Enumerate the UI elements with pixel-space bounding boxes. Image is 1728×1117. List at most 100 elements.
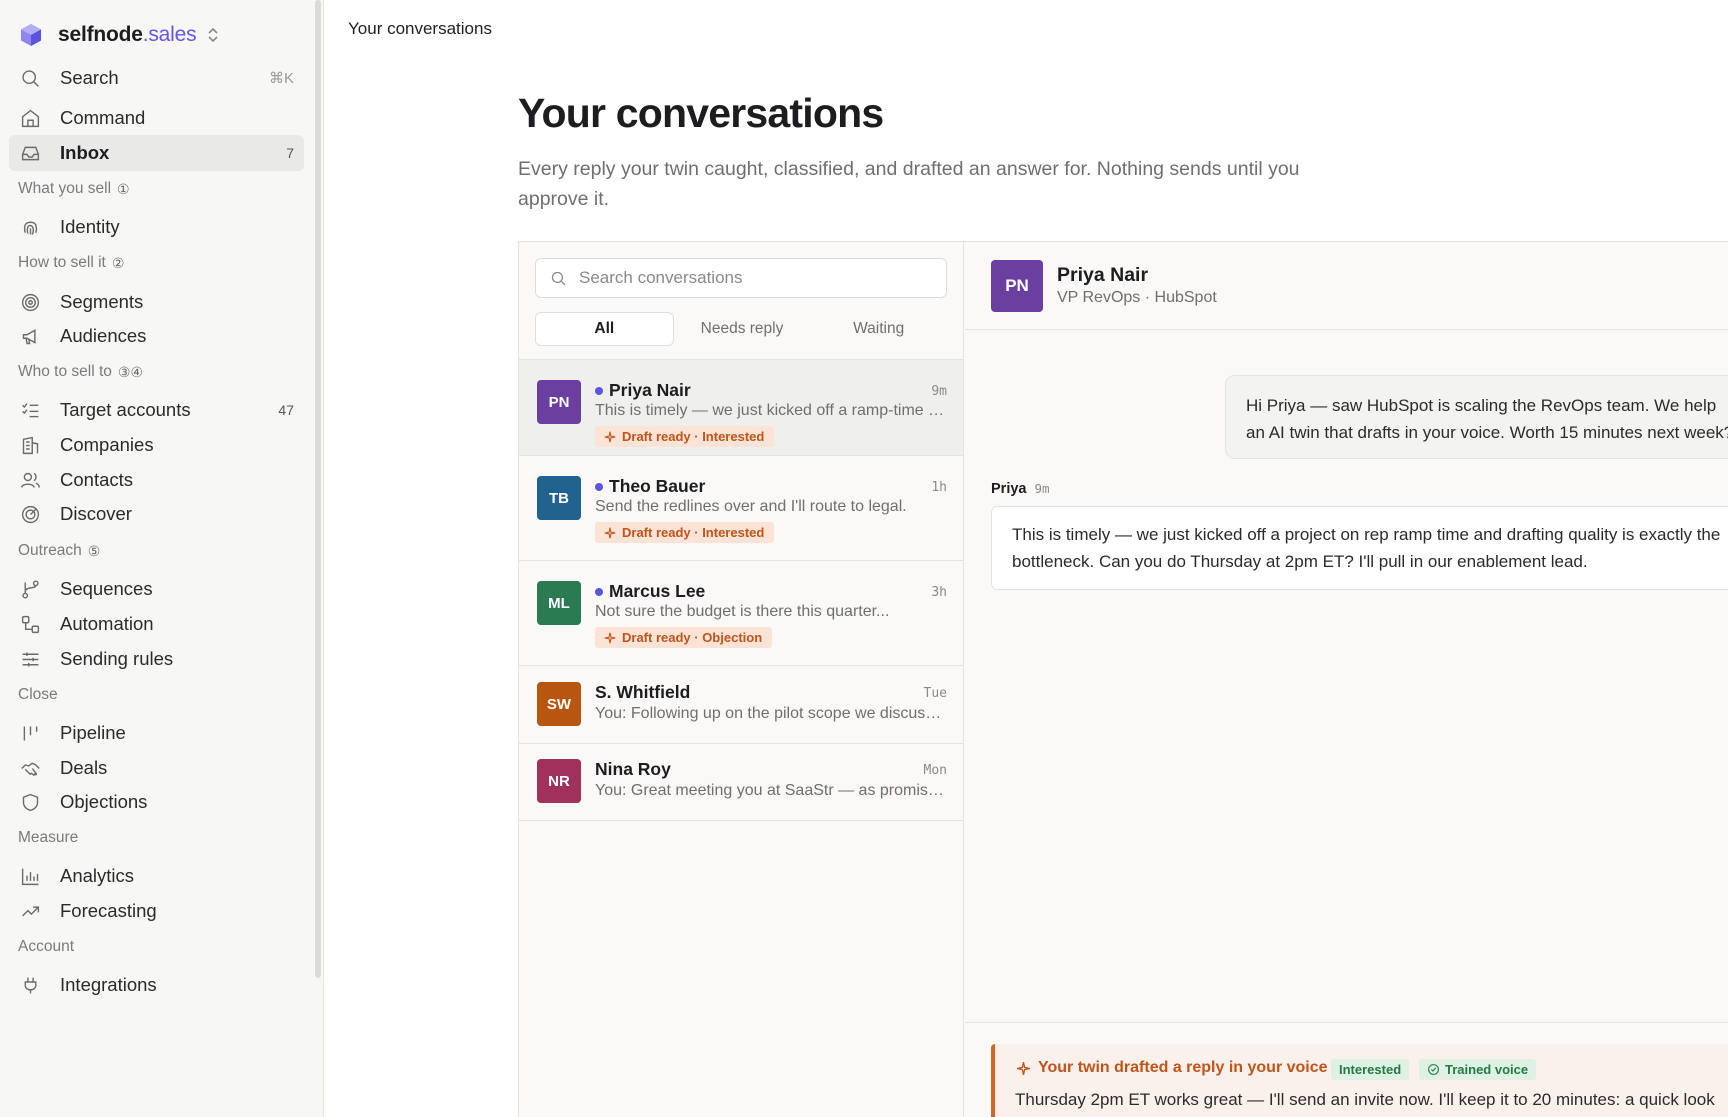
chevron-up-down-icon (208, 27, 218, 43)
conversation-name: Theo Bauer (595, 476, 705, 497)
trained-voice-badge: Trained voice (1419, 1059, 1537, 1080)
section-label-what-you-sell: What you sell ① (18, 180, 130, 198)
conversation-snippet: You: Great meeting you at SaaStr — as pr… (595, 782, 949, 799)
draft-status-badge: Draft ready · Objection (595, 627, 773, 648)
branch-icon (19, 578, 41, 600)
sidebar-item-forecasting[interactable]: Forecasting (9, 893, 304, 929)
conversation-name-text: Priya Nair (609, 380, 691, 400)
sidebar-item-audiences[interactable]: Audiences (9, 318, 304, 354)
fingerprint-icon (19, 216, 41, 238)
building-icon (19, 434, 41, 456)
incoming-message: This is timely — we just kicked off a pr… (991, 506, 1728, 590)
conversation-name-text: Nina Roy (595, 759, 671, 779)
sidebar-item-command[interactable]: Command (9, 100, 304, 136)
sidebar-item-sequences[interactable]: Sequences (9, 571, 304, 607)
workflow-icon (19, 613, 41, 635)
conversation-name: Marcus Lee (595, 581, 705, 602)
draft-status-badge: Draft ready · Interested (595, 522, 775, 543)
search-input[interactable] (579, 268, 939, 288)
sidebar-item-label: Objections (60, 791, 148, 812)
conversation-thread: PN Priya Nair VP RevOps · HubSpot Hi Pri… (965, 242, 1728, 1117)
sidebar-item-label: Automation (60, 613, 154, 634)
conversation-name-text: S. Whitfield (595, 682, 691, 702)
section-title: What you sell (18, 180, 112, 197)
sidebar-item-sending-rules[interactable]: Sending rules (9, 641, 304, 677)
draft-title-text: Your twin drafted a reply in your voice (1038, 1059, 1328, 1076)
target-accounts-count: 47 (278, 402, 294, 418)
conversation-time: 1h (931, 480, 947, 495)
home-icon (19, 107, 41, 129)
radar-icon (19, 503, 41, 525)
sparkle-icon (604, 527, 616, 538)
page-subtitle: Every reply your twin caught, classified… (518, 158, 1300, 210)
sidebar-item-label: Contacts (60, 469, 134, 490)
conversation-item-theo-bauer[interactable]: TB Theo Bauer 1h Send the redlines over … (519, 456, 963, 561)
section-title: How to sell it (18, 254, 106, 271)
sidebar-item-analytics[interactable]: Analytics (9, 858, 304, 894)
section-title: Outreach (18, 542, 82, 559)
draft-status-text: Draft ready · Objection (622, 630, 763, 645)
sidebar-item-pipeline[interactable]: Pipeline (9, 715, 304, 751)
trained-voice-text: Trained voice (1445, 1062, 1529, 1077)
workspace-switcher[interactable]: selfnode .sales (18, 20, 220, 50)
sidebar-item-label: Target accounts (60, 399, 191, 420)
message-line: bottleneck. Can you do Thursday at 2pm E… (1012, 552, 1588, 571)
sidebar-item-companies[interactable]: Companies (9, 427, 304, 463)
sidebar-item-automation[interactable]: Automation (9, 606, 304, 642)
conversation-time: 3h (931, 585, 947, 600)
sidebar-item-target-accounts[interactable]: Target accounts 47 (9, 392, 304, 428)
sidebar-search[interactable]: Search ⌘K (9, 60, 304, 96)
conversations-panel: All Needs reply Waiting PN Priya Nair 9m… (518, 241, 1728, 1117)
brand-name: selfnode (58, 23, 143, 46)
conversation-item-s-whitfield[interactable]: SW S. Whitfield Tue You: Following up on… (519, 666, 963, 744)
conversation-search[interactable] (535, 258, 947, 298)
draft-reply-card[interactable]: Your twin drafted a reply in your voice … (991, 1044, 1728, 1117)
sidebar-item-label: Deals (60, 757, 108, 778)
filter-tab-needs-reply[interactable]: Needs reply (674, 312, 811, 346)
inbox-count: 7 (286, 145, 294, 161)
section-title: Measure (18, 829, 79, 846)
conversation-time: 9m (931, 384, 947, 399)
sidebar-item-inbox[interactable]: Inbox 7 (9, 135, 304, 171)
conversation-snippet: Send the redlines over and I'll route to… (595, 498, 907, 515)
thread-header: PN Priya Nair VP RevOps · HubSpot (965, 242, 1728, 330)
outgoing-message: Hi Priya — saw HubSpot is scaling the Re… (1225, 375, 1728, 459)
sidebar-item-contacts[interactable]: Contacts (9, 462, 304, 498)
sidebar-item-label: Audiences (60, 325, 147, 346)
sidebar-item-deals[interactable]: Deals (9, 750, 304, 786)
filter-tab-all[interactable]: All (535, 312, 674, 346)
conversation-item-priya-nair[interactable]: PN Priya Nair 9m This is timely — we jus… (519, 360, 963, 456)
sidebar-item-identity[interactable]: Identity (9, 209, 304, 245)
unread-indicator (595, 386, 603, 395)
section-step-number: ③④ (117, 363, 144, 380)
brand-suffix: .sales (142, 23, 197, 46)
conversation-snippet: Not sure the budget is there this quarte… (595, 603, 890, 620)
conversation-name-text: Marcus Lee (609, 581, 706, 601)
unread-indicator (595, 482, 603, 491)
sidebar-item-label: Discover (60, 503, 132, 524)
unread-indicator (595, 587, 603, 596)
conversation-item-marcus-lee[interactable]: ML Marcus Lee 3h Not sure the budget is … (519, 561, 963, 666)
conversation-time: Mon (923, 763, 947, 778)
sidebar-item-integrations[interactable]: Integrations (9, 967, 304, 1003)
draft-title: Your twin drafted a reply in your voice (1015, 1059, 1328, 1077)
sidebar-scrollbar[interactable] (315, 0, 321, 978)
sidebar-item-label: Sending rules (60, 648, 174, 669)
section-label-account: Account (18, 938, 74, 956)
message-line: This is timely — we just kicked off a pr… (1012, 525, 1721, 544)
filter-tab-waiting[interactable]: Waiting (810, 312, 947, 346)
sidebar-item-objections[interactable]: Objections (9, 784, 304, 820)
sidebar-item-label: Inbox (60, 142, 110, 163)
sidebar: selfnode .sales Search ⌘K Command Inbox 7… (0, 0, 324, 1117)
section-label-outreach: Outreach ⑤ (18, 542, 100, 560)
conversation-item-nina-roy[interactable]: NR Nina Roy Mon You: Great meeting you a… (519, 744, 963, 821)
avatar: TB (537, 476, 581, 520)
sidebar-item-discover[interactable]: Discover (9, 496, 304, 532)
message-line: Hi Priya — saw HubSpot is scaling the Re… (1246, 396, 1717, 415)
sidebar-item-label: Pipeline (60, 722, 126, 743)
sidebar-item-label: Command (60, 107, 146, 128)
users-icon (19, 469, 41, 491)
sidebar-item-segments[interactable]: Segments (9, 284, 304, 320)
sidebar-item-label: Analytics (60, 865, 135, 886)
topbar-title: Your conversations (348, 19, 492, 38)
